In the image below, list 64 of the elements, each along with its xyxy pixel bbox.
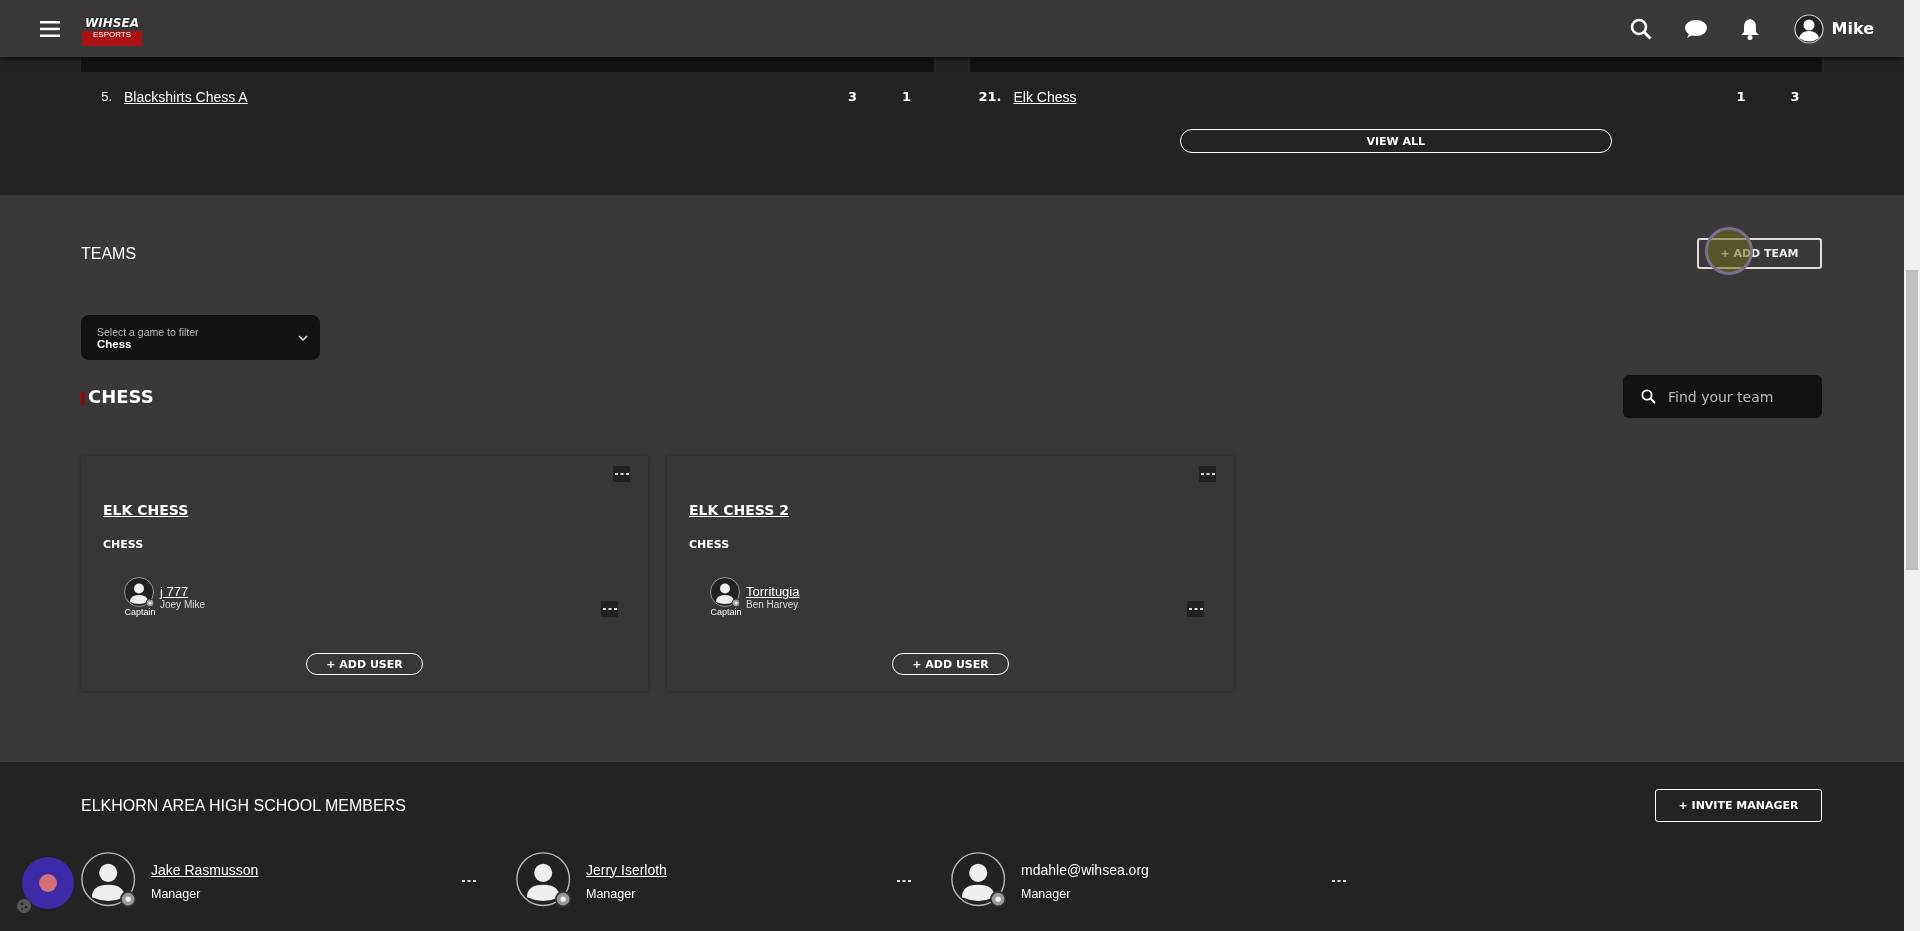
rank: 21.	[977, 89, 1003, 104]
table-cell-text: 1	[1735, 89, 1747, 104]
search-input[interactable]: Find your team	[1666, 387, 1810, 406]
member-avatar-icon	[81, 852, 139, 910]
ellipsis-icon	[1332, 879, 1346, 883]
game-filter-select[interactable]: Select a game to filter Chess	[81, 315, 320, 360]
search-icon	[1641, 389, 1656, 404]
team-name-link[interactable]: ELK CHESS	[103, 502, 189, 518]
member-email: mdahle@wihsea.org	[1021, 861, 1149, 878]
table-cell-text: 1	[900, 89, 912, 104]
team-name-link[interactable]: ELK CHESS 2	[689, 502, 789, 518]
scrollbar-thumb[interactable]	[1906, 270, 1918, 570]
ellipsis-icon	[1200, 472, 1215, 476]
table-cell-text: 3	[846, 89, 858, 104]
username-link[interactable]: Torritugia	[746, 584, 800, 599]
real-name: Ben Harvey	[746, 599, 800, 610]
more-button[interactable]	[897, 879, 911, 883]
bell-icon[interactable]	[1739, 17, 1760, 40]
logo-subtitle: ESPORTS	[92, 30, 132, 40]
member-role: Manager	[586, 886, 637, 901]
more-button[interactable]	[613, 466, 630, 482]
more-button[interactable]	[601, 601, 618, 617]
user-avatar-icon[interactable]	[1793, 13, 1824, 44]
game-heading: CHESS	[88, 386, 154, 407]
table-cell-text: 3	[1789, 89, 1801, 104]
avatar-icon	[710, 577, 742, 609]
search-icon[interactable]	[1629, 17, 1652, 40]
logo-title: WIHSEA	[85, 17, 139, 30]
team-link[interactable]: Elk Chess	[1013, 88, 1714, 105]
ellipsis-icon	[897, 879, 911, 883]
member-name-link[interactable]: Jerry Iserloth	[586, 861, 667, 878]
section-title: TEAMS	[81, 244, 137, 263]
section-title: ELKHORN AREA HIGH SCHOOL MEMBERS	[81, 796, 406, 815]
more-button[interactable]	[1332, 879, 1346, 883]
select-label: Select a game to filter	[97, 325, 200, 338]
team-game: CHESS	[103, 538, 145, 551]
ellipsis-icon	[462, 879, 476, 883]
select-value: Chess	[97, 337, 133, 350]
avatar-icon	[124, 577, 156, 609]
chevron-down-icon	[298, 334, 308, 341]
invite-manager-button[interactable]: + INVITE MANAGER	[1655, 789, 1822, 822]
member-role: Manager	[1021, 886, 1072, 901]
team-game: CHESS	[689, 538, 731, 551]
more-button[interactable]	[1199, 466, 1216, 482]
role-label: Captain	[710, 607, 742, 617]
more-button[interactable]	[462, 879, 476, 883]
chat-launcher-button[interactable]	[22, 857, 74, 909]
real-name: Joey Mike	[160, 599, 206, 610]
member-avatar-icon	[516, 852, 574, 910]
ellipsis-icon	[1188, 607, 1203, 611]
ellipsis-icon	[602, 607, 617, 611]
member-name-link[interactable]: Jake Rasmusson	[151, 861, 259, 878]
team-link[interactable]: Blackshirts Chess A	[124, 88, 826, 105]
menu-icon[interactable]	[40, 20, 60, 37]
user-name[interactable]: Mike	[1831, 19, 1874, 38]
role-label: Captain	[124, 607, 156, 617]
more-button[interactable]	[1187, 601, 1204, 617]
username-link[interactable]: j 777	[160, 584, 189, 599]
ellipsis-icon	[614, 472, 629, 476]
rank: 5.	[100, 89, 113, 104]
member-role: Manager	[151, 886, 202, 901]
chat-bubble-icon[interactable]	[1683, 18, 1708, 39]
search-field[interactable]: Find your team	[1623, 375, 1822, 418]
member-avatar-icon	[951, 852, 1009, 910]
